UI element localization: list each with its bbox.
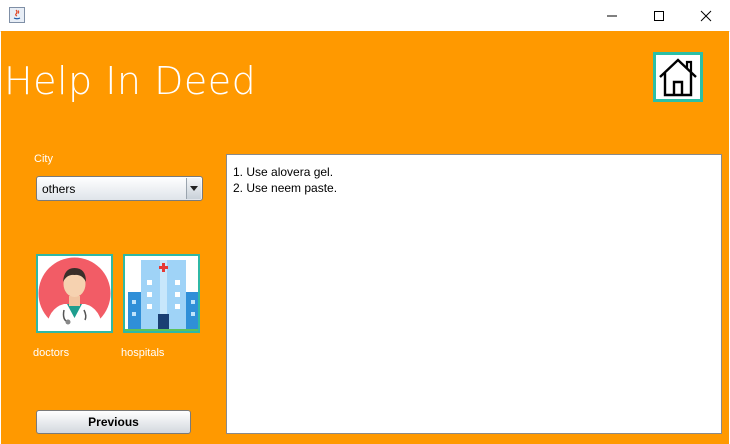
app-title: Help In Deed (4, 59, 257, 103)
close-button[interactable] (683, 0, 729, 31)
home-button[interactable] (653, 52, 703, 102)
window-titlebar (0, 0, 730, 32)
main-panel: Help In Deed City others doctors hospita… (1, 31, 729, 444)
doctors-button[interactable] (36, 254, 113, 333)
doctors-label: doctors (33, 347, 70, 359)
close-icon (700, 10, 712, 21)
remedy-line: 2. Use neem paste. (233, 181, 338, 195)
hospitals-label: hospitals (121, 347, 165, 359)
java-app-icon (9, 7, 25, 23)
city-selected-value: others (42, 182, 76, 196)
hospital-icon (125, 256, 198, 331)
dropdown-arrow-icon[interactable] (186, 178, 201, 199)
city-label: City (34, 153, 53, 165)
previous-button[interactable]: Previous (36, 410, 191, 434)
hospitals-button[interactable] (123, 254, 200, 333)
minimize-icon (607, 15, 617, 16)
remedy-line: 1. Use alovera gel. (233, 165, 334, 179)
remedies-textarea[interactable]: 1. Use alovera gel. 2. Use neem paste. (226, 154, 722, 434)
maximize-button[interactable] (636, 0, 682, 31)
city-dropdown[interactable]: others (36, 176, 203, 201)
doctor-icon (38, 257, 111, 331)
maximize-icon (654, 10, 664, 21)
minimize-button[interactable] (589, 0, 635, 31)
home-icon (659, 58, 697, 97)
